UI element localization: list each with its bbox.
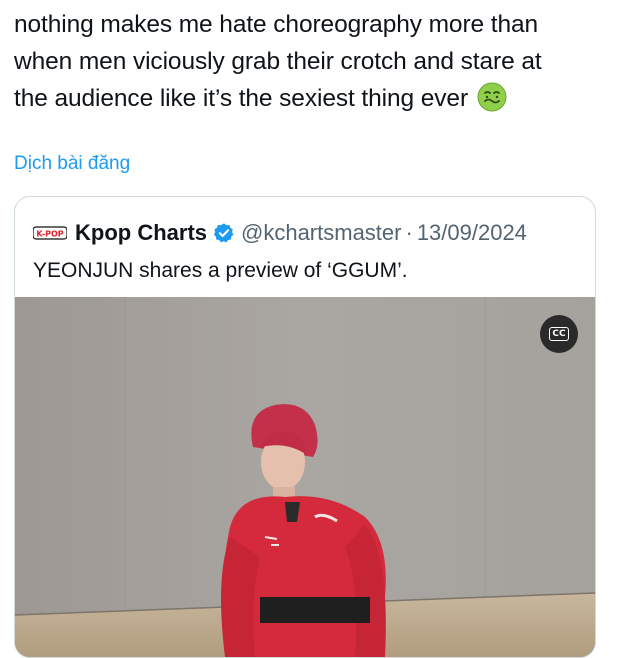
closed-captions-button[interactable]: CC [540,315,578,353]
post-text-line-1: nothing makes me hate choreography more … [14,11,539,38]
quoted-author-name[interactable]: Kpop Charts [75,220,207,246]
kpop-logo-icon: K-POP [33,226,67,240]
kpop-charts-avatar[interactable]: K-POP [33,224,67,242]
post-text-line-3: the audience like it’s the sexiest thing… [14,85,469,112]
quoted-post-header: K-POP Kpop Charts @kchartsmaster · 13/09… [33,215,527,251]
video-player[interactable]: CC [15,297,595,657]
quoted-author-handle[interactable]: @kchartsmaster [241,220,401,246]
svg-text:K-POP: K-POP [36,230,63,239]
quoted-post-text: YEONJUN shares a preview of ‘GGUM’. [33,259,408,282]
quoted-post-card[interactable]: K-POP Kpop Charts @kchartsmaster · 13/09… [14,196,596,658]
video-frame [15,297,595,657]
post-text-line-2: when men viciously grab their crotch and… [14,48,542,75]
quoted-post-date[interactable]: 13/09/2024 [417,220,527,246]
post-text: nothing makes me hate choreography more … [14,6,614,117]
translate-post-link[interactable]: Dịch bài đăng [14,153,130,175]
header-separator: · [405,220,413,245]
cc-icon: CC [549,327,569,341]
verified-badge-icon [213,223,234,243]
nauseated-face-icon [477,82,507,112]
